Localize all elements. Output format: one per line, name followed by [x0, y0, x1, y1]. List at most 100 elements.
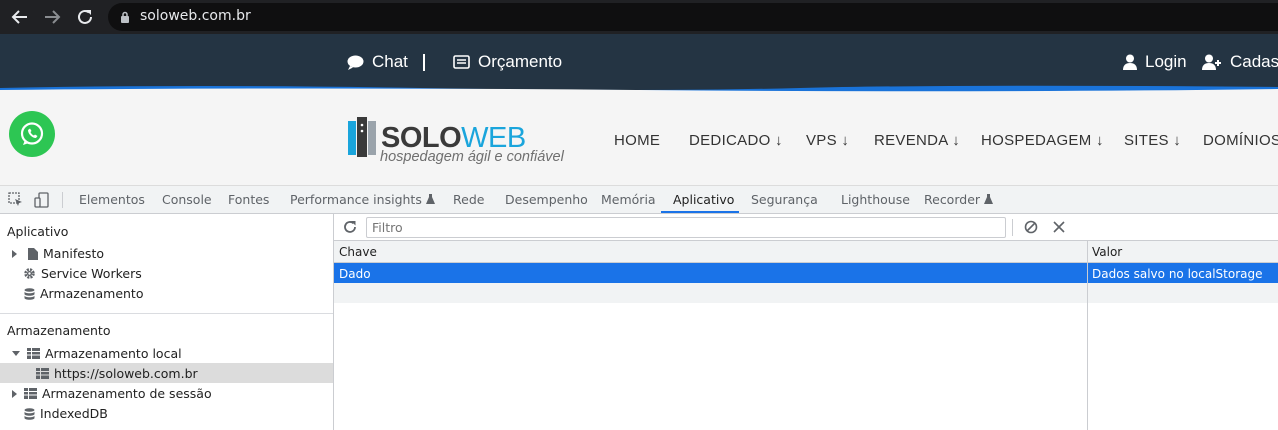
database-icon [24, 407, 35, 420]
tab-memoria[interactable]: Memória [601, 192, 656, 207]
expand-arrow-icon[interactable] [12, 249, 17, 258]
tab-seguranca[interactable]: Segurança [751, 192, 818, 207]
sidebar-item-label: Manifesto [43, 246, 104, 261]
sidebar-item-armazenamento[interactable]: Armazenamento [24, 286, 143, 301]
user-icon [1123, 54, 1137, 70]
back-arrow-icon [11, 10, 27, 24]
sidebar-divider [0, 313, 333, 314]
cell-value[interactable]: Dados salvo no localStorage [1092, 267, 1263, 281]
column-header-value[interactable]: Valor [1092, 245, 1122, 259]
orcamento-link[interactable]: Orçamento [453, 52, 562, 72]
back-button[interactable] [8, 5, 32, 29]
tab-lighthouse[interactable]: Lighthouse [841, 192, 910, 207]
inspect-element-icon[interactable] [8, 192, 24, 208]
nav-dominios[interactable]: DOMÍNIOS [1203, 132, 1278, 149]
url-text: soloweb.com.br [140, 8, 251, 24]
user-plus-icon [1202, 54, 1221, 70]
tab-rede[interactable]: Rede [453, 192, 484, 207]
orcamento-label: Orçamento [478, 52, 563, 71]
nav-sites[interactable]: SITES ↓ [1124, 132, 1181, 149]
sidebar-item-indexeddb[interactable]: IndexedDB [24, 406, 108, 421]
nav-home[interactable]: HOME [614, 132, 660, 149]
chat-bubble-icon [347, 55, 364, 70]
toolbar-divider [62, 192, 63, 208]
sidebar-section-aplicativo: Aplicativo [7, 224, 69, 239]
chat-link[interactable]: Chat [347, 52, 408, 72]
column-header-key[interactable]: Chave [339, 245, 377, 259]
column-divider [1087, 241, 1088, 430]
tab-elementos[interactable]: Elementos [79, 192, 145, 207]
nav-revenda[interactable]: REVENDA ↓ [874, 132, 960, 149]
table-grid-icon [36, 368, 49, 379]
sidebar-item-label: https://soloweb.com.br [54, 366, 198, 381]
login-link[interactable]: Login [1123, 52, 1187, 72]
sidebar-item-label: Armazenamento local [45, 346, 182, 361]
chat-label: Chat [372, 52, 408, 71]
reload-icon [78, 9, 92, 24]
tab-console[interactable]: Console [162, 192, 212, 207]
sidebar-item-label: Service Workers [41, 266, 142, 281]
register-label: Cadas [1230, 52, 1278, 71]
sidebar-item-label: IndexedDB [40, 406, 108, 421]
nav-hospedagem[interactable]: HOSPEDAGEM ↓ [981, 132, 1104, 149]
table-row[interactable]: Dado Dados salvo no localStorage [334, 263, 1278, 283]
tab-recorder-label: Recorder [924, 192, 981, 207]
site-topbar: Chat Orçamento Login Cadas [0, 34, 1278, 92]
devtools-tabbar: Elementos Console Fontes Performance ins… [0, 186, 1278, 214]
document-icon [28, 247, 38, 260]
reload-button[interactable] [73, 5, 97, 29]
topbar-divider [423, 54, 425, 71]
forward-arrow-icon [45, 10, 61, 24]
storage-toolbar [334, 214, 1278, 241]
filter-input[interactable] [366, 217, 1006, 238]
server-logo-icon [348, 117, 376, 157]
sidebar-item-manifesto[interactable]: Manifesto [12, 246, 104, 261]
topbar-wave [0, 85, 1278, 92]
sidebar-item-local-origin[interactable]: https://soloweb.com.br [36, 366, 198, 381]
tab-aplicativo[interactable]: Aplicativo [673, 192, 734, 207]
refresh-icon[interactable] [343, 220, 357, 234]
nav-vps[interactable]: VPS ↓ [806, 132, 849, 149]
site-header: SOLOWEB hospedagem ágil e confiável HOME… [0, 92, 1278, 186]
expand-arrow-icon[interactable] [12, 389, 17, 398]
forward-button[interactable] [40, 5, 64, 29]
lock-icon [121, 11, 129, 23]
flask-icon [425, 194, 435, 204]
tab-performance-insights-label: Performance insights [290, 192, 422, 207]
gear-icon [24, 268, 35, 279]
storage-panel: Chave Valor Dado Dados salvo no localSto… [334, 214, 1278, 430]
tab-desempenho[interactable]: Desempenho [505, 192, 588, 207]
whatsapp-button[interactable] [9, 111, 55, 157]
toolbar-divider [1012, 219, 1013, 236]
sidebar-item-session-storage[interactable]: Armazenamento de sessão [12, 386, 212, 401]
active-tab-indicator [661, 211, 739, 213]
nav-dedicado[interactable]: DEDICADO ↓ [689, 132, 783, 149]
table-grid-icon [27, 348, 40, 359]
database-icon [24, 287, 35, 300]
delete-selected-icon[interactable] [1053, 221, 1065, 233]
clear-all-icon[interactable] [1024, 220, 1038, 234]
tab-recorder[interactable]: Recorder [924, 192, 994, 207]
browser-toolbar: soloweb.com.br [0, 0, 1278, 34]
address-bar[interactable]: soloweb.com.br [108, 3, 1278, 31]
storage-table-header: Chave Valor [334, 241, 1278, 263]
sidebar-section-armazenamento: Armazenamento [7, 323, 111, 338]
sidebar-item-service-workers[interactable]: Service Workers [23, 266, 142, 281]
sidebar-item-label: Armazenamento [40, 286, 144, 301]
list-card-icon [453, 55, 470, 69]
tab-fontes[interactable]: Fontes [228, 192, 269, 207]
cell-key[interactable]: Dado [339, 267, 371, 281]
table-row-empty[interactable] [334, 283, 1278, 303]
whatsapp-icon [20, 122, 44, 145]
device-toolbar-icon[interactable] [34, 192, 50, 208]
login-label: Login [1145, 52, 1187, 71]
soloweb-logo[interactable]: SOLOWEB hospedagem ágil e confiável [346, 115, 586, 165]
sidebar-item-local-storage[interactable]: Armazenamento local [12, 346, 182, 361]
collapse-arrow-icon[interactable] [12, 351, 20, 356]
table-grid-icon [24, 388, 37, 399]
application-sidebar: Aplicativo Manifesto Service Workers Arm… [0, 214, 334, 430]
flask-icon [984, 194, 994, 204]
tab-performance-insights[interactable]: Performance insights [290, 192, 435, 207]
register-link[interactable]: Cadas [1202, 52, 1278, 72]
sidebar-item-label: Armazenamento de sessão [42, 386, 212, 401]
